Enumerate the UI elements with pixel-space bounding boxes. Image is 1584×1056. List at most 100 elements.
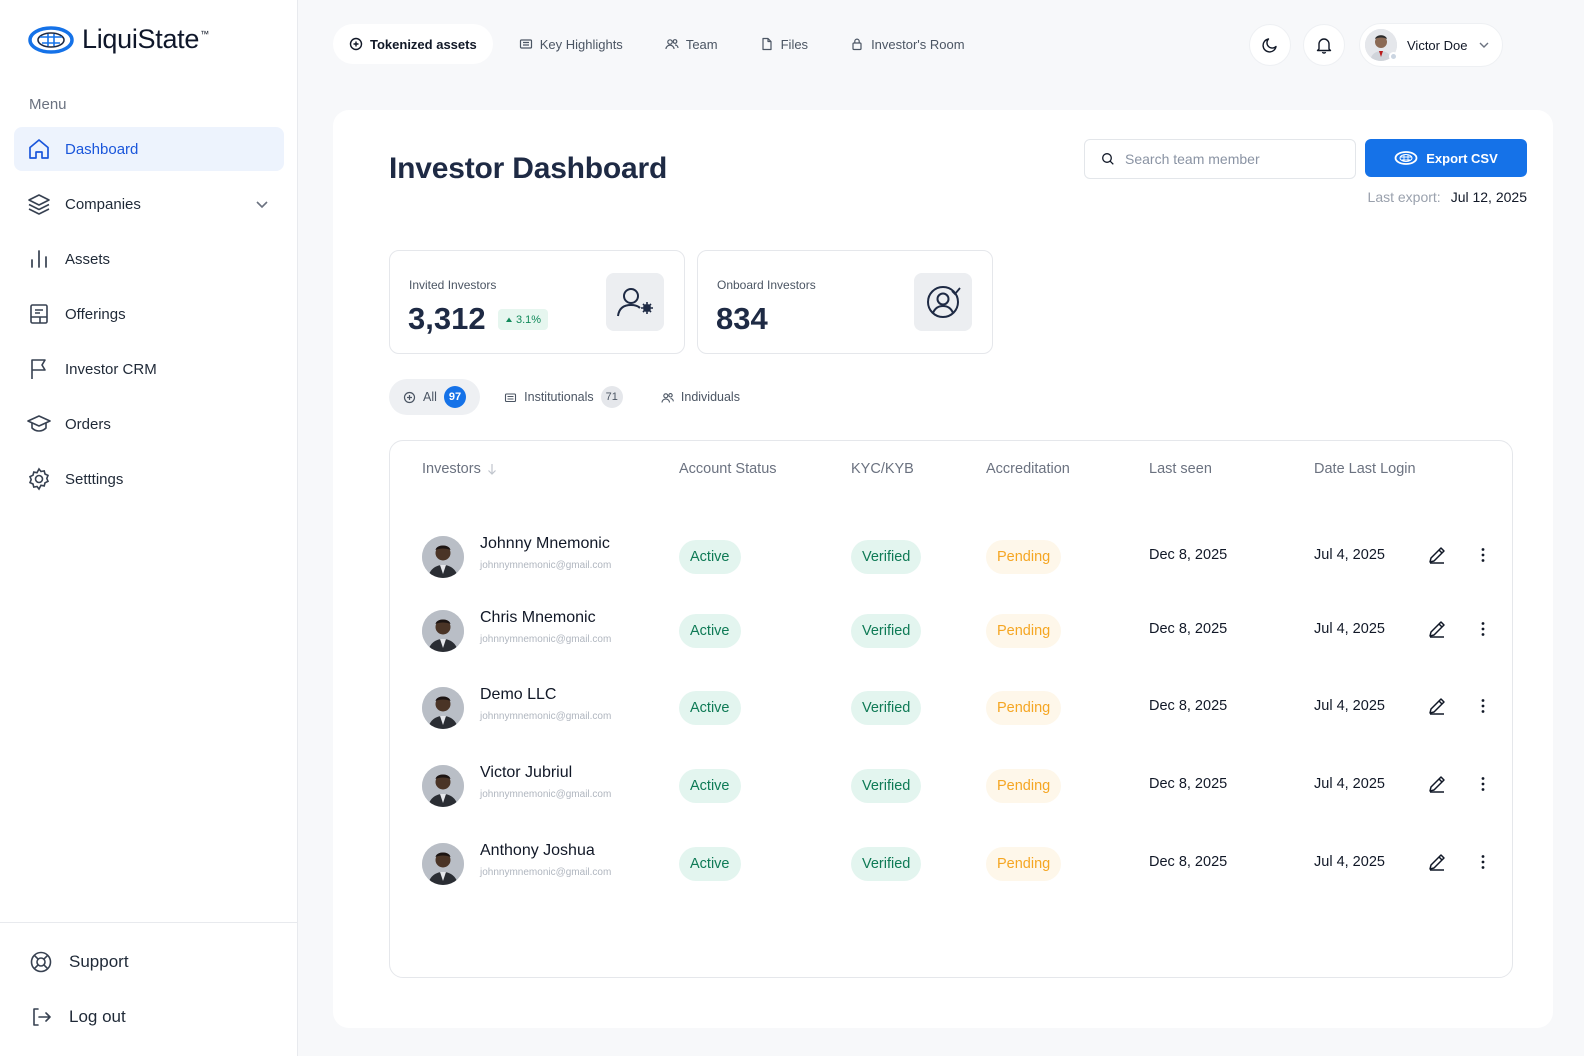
avatar [422, 765, 464, 807]
sidebar-nav: Dashboard Companies Assets Offerings Inv… [14, 127, 284, 512]
page-title: Investor Dashboard [389, 152, 668, 185]
investor-name[interactable]: Demo LLC [480, 686, 556, 704]
edit-icon[interactable] [1427, 619, 1447, 639]
sidebar-item-orders[interactable]: Orders [14, 402, 284, 446]
export-icon [1394, 150, 1418, 166]
arrow-up-icon [505, 316, 513, 324]
investor-email: johnnymnemonic@gmail.com [480, 634, 612, 645]
count-badge: 97 [443, 386, 467, 408]
column-header-kyc[interactable]: KYC/KYB [851, 461, 914, 477]
change-badge: 3.1% [498, 309, 549, 330]
tab-key-highlights[interactable]: Key Highlights [503, 24, 639, 64]
accreditation-status-badge: Pending [986, 769, 1062, 803]
sidebar-item-label: Companies [65, 195, 141, 213]
sidebar-item-label: Setttings [65, 470, 124, 488]
investor-name[interactable]: Chris Mnemonic [480, 609, 596, 627]
sidebar-item-settings[interactable]: Setttings [14, 457, 284, 501]
search-input[interactable] [1125, 151, 1335, 167]
sidebar-item-offerings[interactable]: Offerings [14, 292, 284, 336]
users-icon [665, 37, 679, 51]
investor-name[interactable]: Anthony Joshua [480, 842, 595, 860]
sidebar-item-label: Offerings [65, 305, 126, 323]
filter-label: Institutionals [524, 390, 594, 404]
support-link[interactable]: Support [0, 934, 298, 989]
brand-trademark: ™ [200, 28, 210, 39]
flag-icon [27, 357, 51, 381]
table-row[interactable]: Johnny Mnemonic johnnymnemonic@gmail.com A… [390, 527, 1514, 587]
sidebar-item-dashboard[interactable]: Dashboard [14, 127, 284, 171]
search-icon [1101, 152, 1115, 166]
tab-files[interactable]: Files [744, 24, 824, 64]
bell-icon [1315, 36, 1333, 54]
last-seen-cell: Dec 8, 2025 [1149, 698, 1228, 714]
filter-tab-individuals[interactable]: Individuals [647, 379, 754, 415]
table-row[interactable]: Anthony Joshua johnnymnemonic@gmail.com Ac… [390, 834, 1514, 894]
last-seen-cell: Dec 8, 2025 [1149, 547, 1228, 563]
tab-label: Key Highlights [539, 36, 623, 52]
edit-icon[interactable] [1427, 545, 1447, 565]
export-csv-button[interactable]: Export CSV [1365, 139, 1527, 177]
notifications-button[interactable] [1303, 24, 1345, 66]
table-row[interactable]: Chris Mnemonic johnnymnemonic@gmail.com Ac… [390, 601, 1514, 661]
account-status-badge: Active [679, 614, 741, 648]
more-options-icon[interactable] [1473, 852, 1493, 872]
user-name: Victor Doe [1407, 37, 1468, 53]
newspaper-icon [504, 391, 517, 404]
user-menu[interactable]: Victor Doe [1359, 23, 1503, 67]
main-content: Investor Dashboard Export CSV Last expor… [333, 110, 1553, 1028]
kyc-status-badge: Verified [851, 847, 922, 881]
more-options-icon[interactable] [1473, 545, 1493, 565]
more-options-icon[interactable] [1473, 619, 1493, 639]
edit-icon[interactable] [1427, 852, 1447, 872]
tab-team[interactable]: Team [649, 24, 734, 64]
sidebar-item-label: Investor CRM [65, 360, 157, 378]
column-header-account-status[interactable]: Account Status [679, 461, 777, 477]
more-options-icon[interactable] [1473, 696, 1493, 716]
top-tabs: Tokenized assets Key Highlights Team Fil… [333, 24, 981, 64]
count-badge: 71 [600, 386, 623, 408]
last-export-info: Last export: Jul 12, 2025 [1368, 189, 1527, 205]
sidebar-item-companies[interactable]: Companies [14, 182, 284, 226]
tab-label: Tokenized assets [370, 36, 477, 52]
sidebar-item-label: Dashboard [65, 140, 139, 158]
filter-label: Individuals [680, 390, 740, 404]
edit-icon[interactable] [1427, 774, 1447, 794]
investor-email: johnnymnemonic@gmail.com [480, 560, 612, 571]
edit-icon[interactable] [1427, 696, 1447, 716]
gear-icon [27, 467, 51, 491]
sidebar-item-assets[interactable]: Assets [14, 237, 284, 281]
brand-logo[interactable]: LiquiState ™ [28, 24, 209, 55]
kyc-status-badge: Verified [851, 614, 922, 648]
investor-email: johnnymnemonic@gmail.com [480, 789, 612, 800]
avatar [422, 536, 464, 578]
tab-investors-room[interactable]: Investor's Room [834, 24, 981, 64]
moon-icon [1261, 36, 1279, 54]
filter-label: All [423, 390, 437, 404]
chevron-down-icon[interactable] [254, 196, 270, 212]
avatar [422, 610, 464, 652]
kyc-status-badge: Verified [851, 691, 922, 725]
investor-name[interactable]: Johnny Mnemonic [480, 535, 610, 553]
tab-tokenized-assets[interactable]: Tokenized assets [333, 24, 493, 64]
tab-label: Files [780, 36, 809, 52]
table-row[interactable]: Demo LLC johnnymnemonic@gmail.com Active Ve… [390, 678, 1514, 738]
file-icon [760, 37, 774, 51]
menu-label: Menu [29, 96, 67, 113]
sidebar-item-investor-crm[interactable]: Investor CRM [14, 347, 284, 391]
token-icon [403, 391, 416, 404]
last-export-label: Last export: [1367, 189, 1441, 205]
lock-icon [850, 37, 864, 51]
more-options-icon[interactable] [1473, 774, 1493, 794]
search-box[interactable] [1084, 139, 1356, 179]
table-row[interactable]: Victor Jubriul johnnymnemonic@gmail.com Ac… [390, 756, 1514, 816]
sidebar: LiquiState ™ Menu Dashboard Companies Ass… [0, 0, 298, 1056]
column-header-investors[interactable]: Investors [422, 461, 497, 477]
column-header-last-seen[interactable]: Last seen [1149, 461, 1212, 477]
column-header-accreditation[interactable]: Accreditation [986, 461, 1070, 477]
theme-toggle-button[interactable] [1249, 24, 1291, 66]
investor-name[interactable]: Victor Jubriul [480, 764, 572, 782]
logout-link[interactable]: Log out [0, 989, 298, 1044]
filter-tab-institutionals[interactable]: Institutionals 71 [490, 379, 637, 415]
column-header-date-last-login[interactable]: Date Last Login [1314, 461, 1416, 477]
filter-tab-all[interactable]: All 97 [389, 379, 481, 415]
